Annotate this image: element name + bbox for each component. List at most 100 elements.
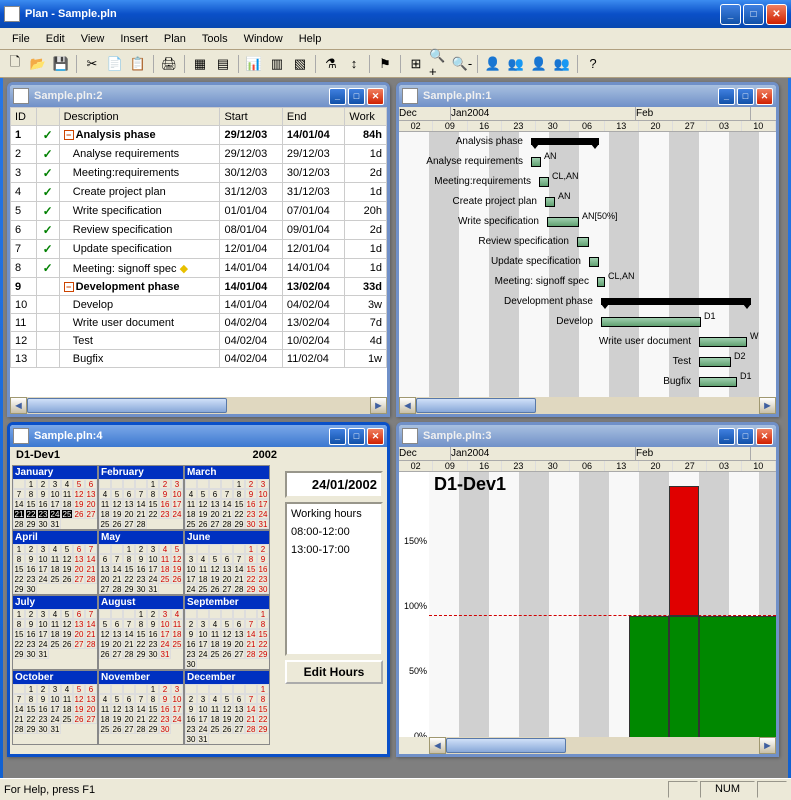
zoom-in-icon[interactable]: 🔍+ [428, 53, 450, 75]
table-row[interactable]: 10 Develop14/01/0404/02/043w [11, 296, 387, 314]
gantt-bar[interactable] [539, 177, 549, 187]
column-header[interactable]: ID [11, 108, 37, 126]
grid2-icon[interactable]: ▤ [212, 53, 234, 75]
gantt-bar[interactable] [699, 337, 747, 347]
scrollbar-h[interactable]: ◄ ► [399, 737, 776, 754]
paste-icon[interactable]: 📋 [127, 53, 149, 75]
pane-close-button[interactable]: ✕ [756, 88, 773, 105]
month-cell[interactable]: October123456789101112131415161718192021… [12, 670, 98, 745]
pane-minimize-button[interactable]: _ [329, 88, 346, 105]
column-header[interactable]: Work [345, 108, 387, 126]
minimize-button[interactable]: _ [720, 4, 741, 25]
table-row[interactable]: 1✓−Analysis phase29/12/0314/01/0484h [11, 126, 387, 145]
maximize-button[interactable]: □ [743, 4, 764, 25]
month-cell[interactable]: March12345678910111213141516171819202122… [184, 465, 270, 530]
copy-icon[interactable]: 📄 [104, 53, 126, 75]
pane-close-button[interactable]: ✕ [756, 428, 773, 445]
gantt-bar[interactable] [545, 197, 555, 207]
menu-file[interactable]: File [4, 31, 38, 47]
pane-maximize-button[interactable]: □ [348, 88, 365, 105]
year-calendar[interactable]: January123456789101112131415161718192021… [10, 463, 272, 747]
scrollbar-h[interactable]: ◄ ► [10, 397, 387, 414]
pane-close-button[interactable]: ✕ [367, 428, 384, 445]
menu-edit[interactable]: Edit [38, 31, 73, 47]
month-cell[interactable]: February12345678910111213141516171819202… [98, 465, 184, 530]
chart-icon[interactable]: 📊 [243, 53, 265, 75]
grid1-icon[interactable]: ▦ [189, 53, 211, 75]
gantt-bar[interactable] [597, 277, 605, 287]
month-cell[interactable]: September1234567891011121314151617181920… [184, 595, 270, 670]
outline-collapse-icon[interactable]: − [64, 282, 74, 292]
grid3-icon[interactable]: ▥ [266, 53, 288, 75]
table-row[interactable]: 4✓ Create project plan31/12/0331/12/031d [11, 183, 387, 202]
sort-icon[interactable]: ↕ [343, 53, 365, 75]
scroll-left-icon[interactable]: ◄ [399, 397, 416, 414]
save-icon[interactable]: 💾 [50, 53, 72, 75]
table-row[interactable]: 6✓ Review specification08/01/0409/01/042… [11, 221, 387, 240]
column-header[interactable]: Description [59, 108, 220, 126]
histogram-bar[interactable] [629, 616, 669, 746]
outline-collapse-icon[interactable]: − [64, 130, 74, 140]
menu-plan[interactable]: Plan [156, 31, 194, 47]
month-cell[interactable]: April12345678910111213141516171819202122… [12, 530, 98, 595]
user1-icon[interactable]: 👤 [482, 53, 504, 75]
table-row[interactable]: 3✓ Meeting:requirements30/12/0330/12/032… [11, 164, 387, 183]
month-cell[interactable]: August1234567891011121314151617181920212… [98, 595, 184, 670]
table-row[interactable]: 12 Test04/02/0410/02/044d [11, 332, 387, 350]
new-icon[interactable]: 🗋 [4, 53, 26, 75]
histogram-body[interactable]: D1-Dev1 0%50%100%150% [399, 472, 776, 752]
scroll-left-icon[interactable]: ◄ [429, 737, 446, 754]
print-icon[interactable]: 🖨 [158, 53, 180, 75]
scroll-right-icon[interactable]: ► [370, 397, 387, 414]
scroll-left-icon[interactable]: ◄ [10, 397, 27, 414]
gantt-bar[interactable] [699, 377, 737, 387]
table-row[interactable]: 7✓ Update specification12/01/0412/01/041… [11, 240, 387, 259]
zoom-out-icon[interactable]: 🔍- [451, 53, 473, 75]
gantt-bar[interactable] [699, 357, 731, 367]
close-button[interactable]: ✕ [766, 4, 787, 25]
pane-maximize-button[interactable]: □ [737, 88, 754, 105]
menu-insert[interactable]: Insert [112, 31, 156, 47]
month-cell[interactable]: July123456789101112131415161718192021222… [12, 595, 98, 670]
histogram-bar[interactable] [669, 616, 699, 746]
table-row[interactable]: 5✓ Write specification01/01/0407/01/0420… [11, 202, 387, 221]
pane-close-button[interactable]: ✕ [367, 88, 384, 105]
menu-tools[interactable]: Tools [194, 31, 236, 47]
gantt-body[interactable]: Analysis phaseAnalyse requirementsANMeet… [399, 132, 776, 400]
calc-icon[interactable]: ⊞ [405, 53, 427, 75]
table-row[interactable]: 2✓ Analyse requirements29/12/0329/12/031… [11, 145, 387, 164]
scrollbar-h[interactable]: ◄ ► [399, 397, 776, 414]
open-icon[interactable]: 📂 [27, 53, 49, 75]
table-row[interactable]: 9−Development phase14/01/0413/02/0433d [11, 278, 387, 296]
user4-icon[interactable]: 👥 [551, 53, 573, 75]
task-table[interactable]: IDDescriptionStartEndWork1✓−Analysis pha… [10, 107, 387, 368]
pane-minimize-button[interactable]: _ [718, 88, 735, 105]
gantt-bar[interactable] [589, 257, 599, 267]
flag-icon[interactable]: ⚑ [374, 53, 396, 75]
pane-minimize-button[interactable]: _ [329, 428, 346, 445]
pane-maximize-button[interactable]: □ [348, 428, 365, 445]
gantt-bar[interactable] [601, 317, 701, 327]
month-cell[interactable]: December12345678910111213141516171819202… [184, 670, 270, 745]
month-cell[interactable]: May1234567891011121314151617181920212223… [98, 530, 184, 595]
table-row[interactable]: 13 Bugfix04/02/0411/02/041w [11, 350, 387, 368]
pane-maximize-button[interactable]: □ [737, 428, 754, 445]
user3-icon[interactable]: 👤 [528, 53, 550, 75]
column-header[interactable]: Start [220, 108, 282, 126]
grid4-icon[interactable]: ▧ [289, 53, 311, 75]
column-header[interactable] [36, 108, 59, 126]
gantt-bar[interactable] [577, 237, 589, 247]
menu-window[interactable]: Window [236, 31, 291, 47]
menu-help[interactable]: Help [291, 31, 330, 47]
gantt-bar[interactable] [531, 138, 599, 145]
pane-minimize-button[interactable]: _ [718, 428, 735, 445]
table-row[interactable]: 11 Write user document04/02/0413/02/047d [11, 314, 387, 332]
histogram-bar[interactable] [699, 616, 779, 746]
edit-hours-button[interactable]: Edit Hours [285, 660, 383, 684]
histogram-bar[interactable] [669, 486, 699, 616]
user2-icon[interactable]: 👥 [505, 53, 527, 75]
gantt-bar[interactable] [601, 298, 751, 305]
gantt-bar[interactable] [531, 157, 541, 167]
scroll-right-icon[interactable]: ► [759, 397, 776, 414]
menu-view[interactable]: View [73, 31, 113, 47]
